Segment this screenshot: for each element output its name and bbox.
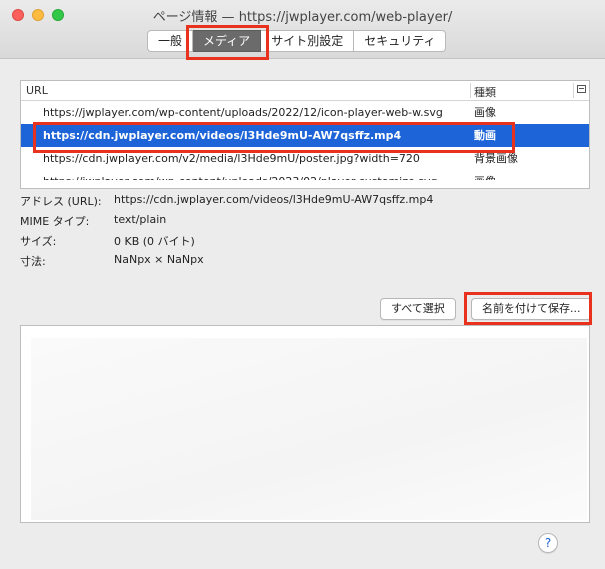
row-type: 背景画像 <box>474 152 518 165</box>
mime-type-label: MIME タイプ: <box>20 215 90 228</box>
column-picker-icon[interactable] <box>577 85 586 93</box>
title-bar: ページ情報 — https://jwplayer.com/web-player/… <box>0 0 605 59</box>
size-label: サイズ: <box>20 235 57 248</box>
table-row[interactable]: https://jwplayer.com/wp-content/uploads/… <box>21 170 589 180</box>
tab-site-settings[interactable]: サイト別設定 <box>261 30 355 52</box>
address-value: https://cdn.jwplayer.com/videos/l3Hde9mU… <box>114 193 434 206</box>
dimension-label: 寸法: <box>20 255 46 268</box>
table-row[interactable]: https://jwplayer.com/wp-content/uploads/… <box>21 101 589 124</box>
column-header-url[interactable]: URL <box>26 84 48 97</box>
tab-media[interactable]: メディア <box>193 30 262 52</box>
tab-security[interactable]: セキュリティ <box>354 30 447 52</box>
mime-type-value: text/plain <box>114 213 167 226</box>
media-list-table: URL 種類 https://jwplayer.com/wp-content/u… <box>20 80 590 189</box>
row-type: 画像 <box>474 106 496 119</box>
select-all-button[interactable]: すべて選択 <box>380 298 456 320</box>
save-as-button[interactable]: 名前を付けて保存... <box>471 298 592 320</box>
table-header: URL 種類 <box>21 81 589 101</box>
table-row[interactable]: https://cdn.jwplayer.com/v2/media/l3Hde9… <box>21 147 589 170</box>
tab-general[interactable]: 一般 <box>147 30 194 52</box>
column-divider <box>573 83 574 98</box>
window-title: ページ情報 — https://jwplayer.com/web-player/ <box>152 10 453 25</box>
tab-bar: 一般 メディア サイト別設定 セキュリティ <box>147 30 447 52</box>
help-button[interactable]: ? <box>538 533 558 553</box>
media-preview-pane <box>20 325 590 523</box>
row-url: https://cdn.jwplayer.com/videos/l3Hde9mU… <box>43 129 402 142</box>
column-divider <box>470 83 471 98</box>
row-type: 動画 <box>474 129 496 142</box>
row-url: https://jwplayer.com/wp-content/uploads/… <box>43 106 443 119</box>
row-url: https://jwplayer.com/wp-content/uploads/… <box>43 170 438 180</box>
size-value: 0 KB (0 バイト) <box>114 235 195 248</box>
row-type: 画像 <box>474 170 496 180</box>
table-row-selected[interactable]: https://cdn.jwplayer.com/videos/l3Hde9mU… <box>21 124 589 147</box>
dimension-value: NaNpx × NaNpx <box>114 253 204 266</box>
address-label: アドレス (URL): <box>20 195 102 208</box>
row-url: https://cdn.jwplayer.com/v2/media/l3Hde9… <box>43 152 420 165</box>
media-preview-image <box>31 338 587 520</box>
column-header-type[interactable]: 種類 <box>474 84 496 100</box>
